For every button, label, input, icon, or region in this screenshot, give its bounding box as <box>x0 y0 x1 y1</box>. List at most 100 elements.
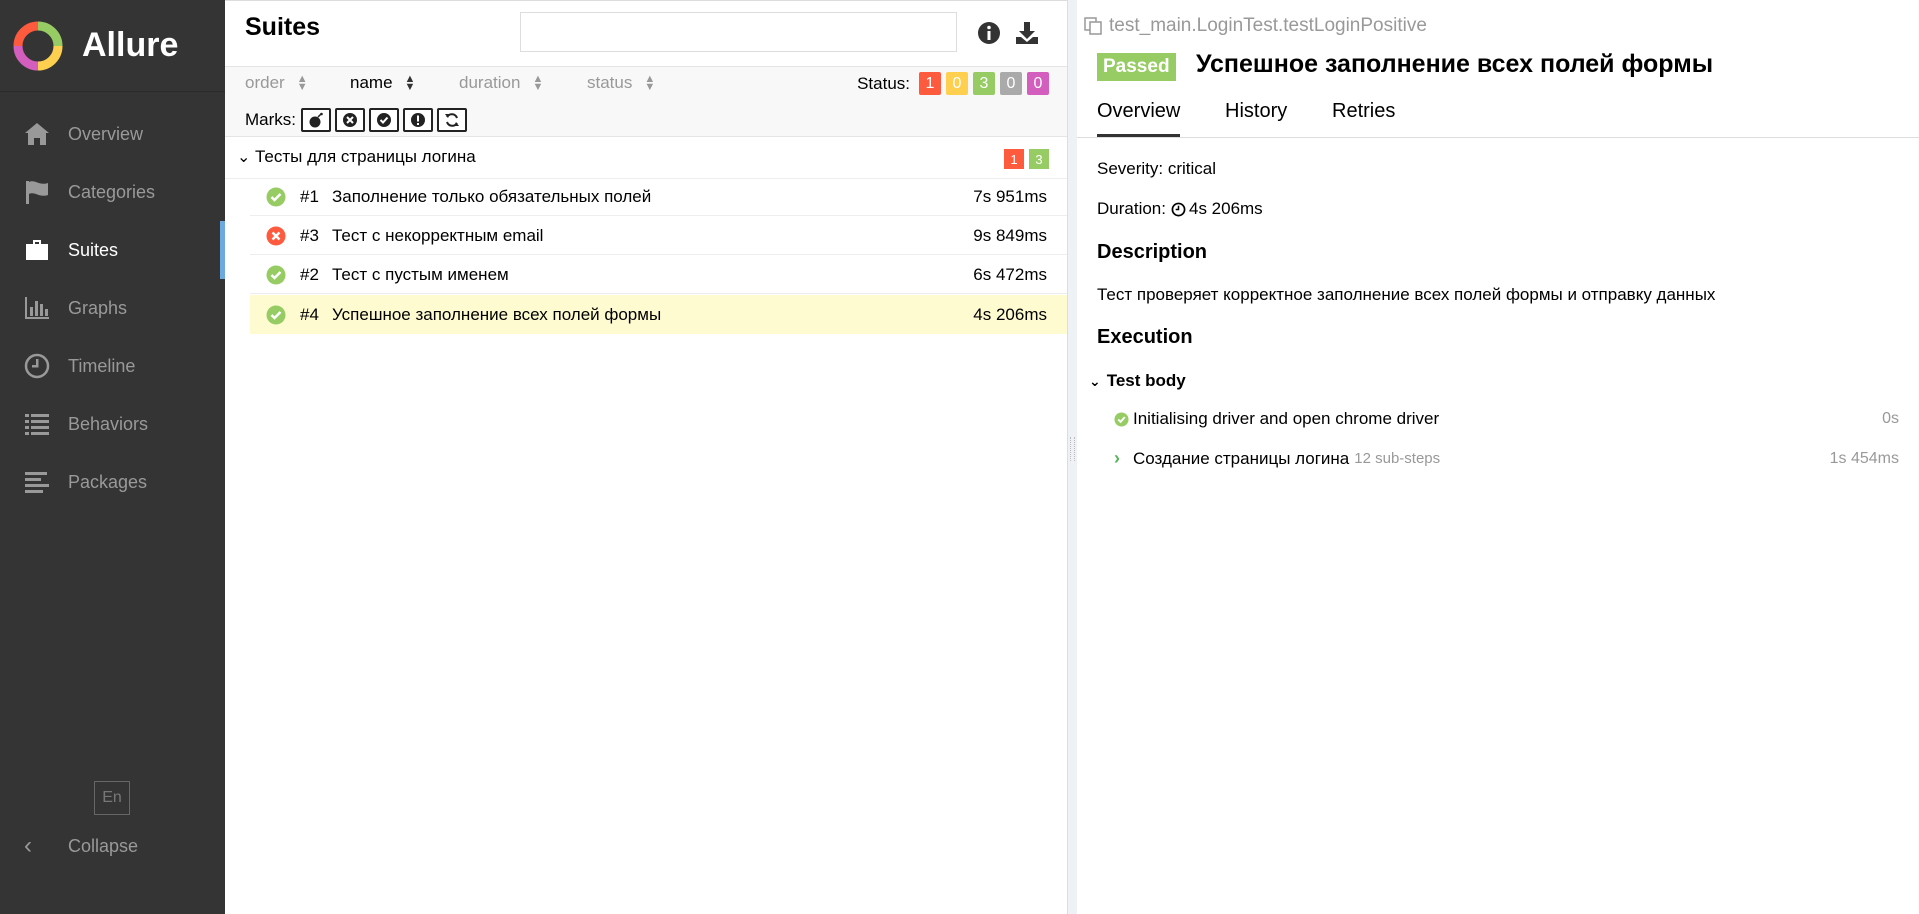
status-unknown-toggle[interactable]: 0 <box>1027 72 1049 95</box>
test-duration: 7s 951ms <box>973 187 1047 206</box>
sort-status[interactable]: status ▲ ▼ <box>587 73 655 93</box>
status-skipped-toggle[interactable]: 0 <box>1000 72 1022 95</box>
sort-status-label: status <box>587 73 633 92</box>
test-row[interactable]: #3 Тест с некорректным email 9s 849ms <box>250 216 1067 255</box>
test-name: Успешное заполнение всех полей формы <box>332 305 662 324</box>
tab-history[interactable]: History <box>1225 100 1287 137</box>
tab-overview[interactable]: Overview <box>1097 100 1181 137</box>
test-title: Успешное заполнение всех полей формы <box>1196 50 1714 78</box>
test-full-name-text: test_main.LoginTest.testLoginPositive <box>1109 15 1427 36</box>
description-heading: Description <box>1097 241 1208 263</box>
sidebar-item-label: Behaviors <box>68 413 149 434</box>
bomb-icon <box>309 112 323 128</box>
sidebar-item-categories[interactable]: Categories <box>0 163 225 221</box>
status-badge: Passed <box>1097 53 1176 81</box>
test-duration: 9s 849ms <box>973 226 1047 245</box>
passed-status-icon <box>266 187 286 207</box>
sidebar-item-graphs[interactable]: Graphs <box>0 279 225 337</box>
info-icon[interactable] <box>975 19 1003 47</box>
status-broken-toggle[interactable]: 0 <box>946 72 968 95</box>
sidebar-item-timeline[interactable]: Timeline <box>0 337 225 395</box>
status-failed-toggle[interactable]: 1 <box>919 72 941 95</box>
chevron-right-icon: › <box>1114 448 1120 468</box>
download-icon[interactable] <box>1013 19 1041 47</box>
sidebar-item-label: Graphs <box>68 297 128 318</box>
sort-duration-label: duration <box>459 73 521 92</box>
marks-label: Marks: <box>245 110 296 129</box>
status-filter-label: Status: <box>857 73 910 93</box>
page-title: Suites <box>245 13 321 41</box>
marks-bar: Marks: <box>225 103 1067 137</box>
clock-icon <box>1171 202 1186 216</box>
test-number: #3 <box>300 226 319 245</box>
list-icon <box>22 410 52 438</box>
suite-group[interactable]: ⌄ Тесты для страницы логина 1 3 <box>225 137 1067 179</box>
chevron-down-icon: ⌄ <box>1089 372 1101 389</box>
suites-pane: Suites order ▲ ▼ name ▲ ▼ duration ▲ ▼ stat… <box>225 0 1067 914</box>
test-full-name[interactable]: test_main.LoginTest.testLoginPositive <box>1083 15 1427 37</box>
tab-retries[interactable]: Retries <box>1332 100 1395 137</box>
collapse-label: Collapse <box>68 835 139 856</box>
step-item[interactable]: Initialising driver and open chrome driv… <box>1114 409 1439 429</box>
sidebar-item-packages[interactable]: Packages <box>0 453 225 511</box>
briefcase-icon <box>22 236 52 264</box>
sidebar-item-behaviors[interactable]: Behaviors <box>0 395 225 453</box>
status-passed-toggle[interactable]: 3 <box>973 72 995 95</box>
test-number: #1 <box>300 187 319 206</box>
sidebar-item-label: Overview <box>68 123 144 144</box>
test-body-toggle[interactable]: ⌄ Test body <box>1089 371 1186 391</box>
mark-flaky-button[interactable] <box>301 108 331 132</box>
test-name: Тест с пустым именем <box>332 265 509 284</box>
sort-arrows-icon: ▲ ▼ <box>404 73 416 93</box>
sort-order[interactable]: order ▲ ▼ <box>245 73 308 93</box>
sort-name[interactable]: name ▲ ▼ <box>350 73 415 93</box>
test-name: Тест с некорректным email <box>332 226 544 245</box>
test-body-label: Test body <box>1106 371 1186 390</box>
mark-retries-button[interactable] <box>437 108 467 132</box>
brand-name: Allure <box>82 26 179 64</box>
mark-new-failed-button[interactable] <box>335 108 365 132</box>
step-name: Initialising driver and open chrome driv… <box>1133 409 1440 428</box>
sidebar-item-suites[interactable]: Suites <box>0 221 225 279</box>
sidebar-item-label: Packages <box>68 471 148 492</box>
passed-status-icon <box>1114 411 1129 427</box>
detail-tabs: Overview History Retries <box>1077 96 1919 138</box>
sidebar-item-label: Suites <box>68 239 119 260</box>
failed-status-icon <box>266 226 286 246</box>
status-filter: Status: 1 0 3 0 0 <box>857 72 1049 95</box>
collapse-button[interactable]: ‹ Collapse <box>24 832 138 860</box>
splitter-grip-icon <box>1070 437 1075 461</box>
test-row-selected[interactable]: #4 Успешное заполнение всех полей формы … <box>250 295 1067 334</box>
test-number: #2 <box>300 265 319 284</box>
suite-group-title: Тесты для страницы логина <box>255 147 476 166</box>
mark-new-passed-button[interactable] <box>369 108 399 132</box>
duration-label: Duration: <box>1097 199 1166 218</box>
test-detail-pane: test_main.LoginTest.testLoginPositive Pa… <box>1077 0 1919 914</box>
test-row[interactable]: #2 Тест с пустым именем 6s 472ms <box>250 255 1067 294</box>
test-duration: 6s 472ms <box>973 265 1047 284</box>
description-text: Тест проверяет корректное заполнение все… <box>1097 285 1716 304</box>
language-switch[interactable]: En <box>94 781 130 815</box>
brand[interactable]: Allure <box>0 0 225 92</box>
sidebar-item-overview[interactable]: Overview <box>0 105 225 163</box>
search-input[interactable] <box>520 12 957 52</box>
duration-line: Duration: 4s 206ms <box>1097 199 1263 219</box>
exclamation-circle-icon <box>411 113 425 127</box>
times-circle-icon <box>343 113 357 127</box>
test-row[interactable]: #1 Заполнение только обязательных полей … <box>250 177 1067 216</box>
step-item-expandable[interactable]: › Создание страницы логина 12 sub-steps <box>1114 448 1440 469</box>
pane-splitter[interactable] <box>1067 0 1077 914</box>
mark-new-broken-button[interactable] <box>403 108 433 132</box>
chevron-down-icon: ⌄ <box>237 149 251 166</box>
sort-duration[interactable]: duration ▲ ▼ <box>459 73 543 93</box>
test-name: Заполнение только обязательных полей <box>332 187 652 206</box>
sort-arrows-icon: ▲ ▼ <box>532 73 544 93</box>
sidebar: Allure Overview Categories Suites Graphs… <box>0 0 225 914</box>
align-left-icon <box>22 468 52 496</box>
refresh-icon <box>445 113 459 127</box>
bar-chart-icon <box>22 294 52 322</box>
allure-logo-icon <box>13 21 63 70</box>
group-passed-count: 3 <box>1029 149 1049 169</box>
step-name: Создание страницы логина <box>1133 448 1350 468</box>
sidebar-nav: Overview Categories Suites Graphs Timeli… <box>0 105 225 511</box>
